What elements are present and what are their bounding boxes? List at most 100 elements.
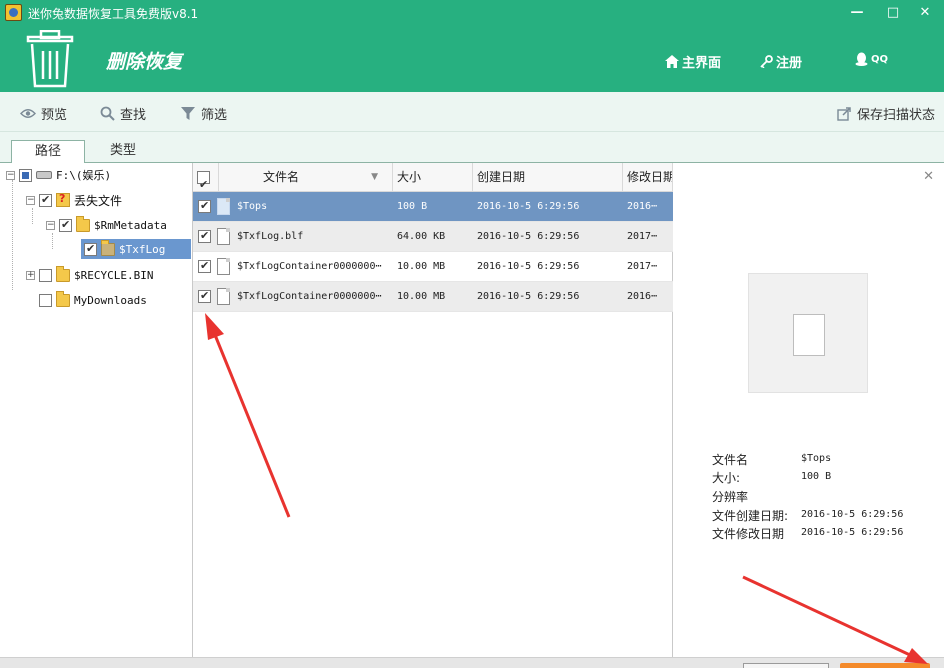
file-name: $Tops (237, 201, 268, 212)
checkbox[interactable] (39, 193, 52, 207)
expand-toggle[interactable]: + (26, 270, 35, 280)
tree-label: MyDownloads (74, 293, 147, 307)
tab-path[interactable]: 路径 (11, 140, 85, 164)
preview-label: 预览 (41, 108, 68, 123)
table-row[interactable]: $TxfLogContainer0000000⋯ 10.00 MB 2016-1… (193, 252, 673, 282)
sort-arrow-icon: ▼ (371, 172, 378, 182)
find-button[interactable]: 查找 (100, 104, 146, 123)
tab-type[interactable]: 类型 (86, 140, 160, 163)
column-name-label: 文件名 (263, 170, 300, 184)
view-tabs: 路径 类型 (0, 132, 944, 164)
checkbox[interactable] (19, 168, 32, 182)
cancel-button[interactable] (743, 663, 829, 668)
nav-register-label: 注册 (776, 56, 803, 71)
close-button[interactable]: ✕ (914, 4, 936, 22)
info-value-created: 2016-10-5 6:29:56 (801, 509, 904, 520)
info-value-modified: 2016-10-5 6:29:56 (801, 527, 904, 538)
nav-qq[interactable]: QQ (855, 52, 888, 66)
window-title: 迷你兔数据恢复工具免费版v8.1 (28, 7, 199, 21)
tree-label: $RECYCLE.BIN (74, 268, 154, 282)
checkbox[interactable] (59, 218, 72, 232)
filter-funnel-icon (181, 107, 195, 120)
filter-label: 筛选 (201, 108, 228, 123)
recover-button[interactable] (840, 663, 930, 668)
tree-label: 丢失文件 (74, 193, 123, 208)
app-logo-icon (5, 4, 22, 21)
column-created[interactable]: 创建日期 (473, 163, 623, 192)
preview-panel: ✕ 文件名 $Tops 大小: 100 B 分辨率 文件创建日期: 2016-1… (674, 163, 944, 657)
file-created: 2016-10-5 6:29:56 (477, 291, 580, 302)
tree-node-lost-files[interactable]: − 丢失文件 (26, 190, 122, 210)
save-scan-button[interactable]: 保存扫描状态 (837, 104, 935, 123)
file-name: $TxfLog.blf (237, 231, 304, 242)
close-preview-icon[interactable]: ✕ (923, 169, 934, 184)
folder-icon (101, 239, 115, 256)
file-size: 100 B (397, 201, 428, 212)
file-created: 2016-10-5 6:29:56 (477, 231, 580, 242)
file-icon (217, 198, 230, 215)
checkbox[interactable] (39, 268, 52, 282)
info-label-size: 大小: (712, 471, 741, 485)
export-icon (837, 106, 851, 121)
file-created: 2016-10-5 6:29:56 (477, 201, 580, 212)
row-checkbox[interactable] (198, 289, 211, 303)
table-row[interactable]: $TxfLog.blf 64.00 KB 2016-10-5 6:29:56 2… (193, 222, 673, 252)
folder-icon (56, 290, 70, 307)
trash-icon (26, 30, 74, 88)
minimize-button[interactable]: — (846, 4, 868, 22)
folder-icon (76, 215, 90, 232)
table-row[interactable]: $Tops 100 B 2016-10-5 6:29:56 2016⋯ (193, 192, 673, 222)
collapse-toggle[interactable]: − (46, 220, 55, 230)
row-checkbox[interactable] (198, 259, 211, 273)
select-all-checkbox[interactable] (197, 170, 210, 192)
file-name: $TxfLogContainer0000000⋯ (237, 261, 382, 272)
info-label-name: 文件名 (712, 453, 749, 467)
file-icon (217, 258, 230, 275)
checkbox[interactable] (39, 293, 52, 307)
column-modified[interactable]: 修改日期 (623, 163, 673, 192)
file-modified: 2016⋯ (627, 291, 658, 302)
tree-label: $TxfLog (119, 242, 166, 256)
table-row[interactable]: $TxfLogContainer0000000⋯ 10.00 MB 2016-1… (193, 282, 673, 312)
column-name[interactable]: 文件名 ▼ (219, 163, 393, 192)
save-scan-label: 保存扫描状态 (857, 108, 936, 123)
preview-button[interactable]: 预览 (20, 104, 67, 123)
tree-node-mydownloads[interactable]: MyDownloads (39, 290, 147, 310)
tree-node-txflog[interactable]: $TxfLog (81, 239, 191, 259)
file-name: $TxfLogContainer0000000⋯ (237, 291, 382, 302)
select-all-header (193, 163, 219, 192)
collapse-toggle[interactable]: − (6, 170, 15, 180)
info-value-size: 100 B (801, 471, 832, 482)
file-modified: 2017⋯ (627, 261, 658, 272)
app-header: 迷你兔数据恢复工具免费版v8.1 — □ ✕ 删除恢复 主界面 注册 QQ (0, 0, 944, 92)
file-size: 10.00 MB (397, 291, 446, 302)
tree-node-rmmetadata[interactable]: − $RmMetadata (46, 215, 167, 235)
checkbox[interactable] (84, 242, 97, 256)
qq-penguin-icon (855, 52, 868, 66)
filter-button[interactable]: 筛选 (180, 104, 227, 123)
tree-label: $RmMetadata (94, 218, 167, 232)
file-size: 10.00 MB (397, 261, 446, 272)
nav-register[interactable]: 注册 (760, 52, 802, 71)
row-checkbox[interactable] (198, 199, 211, 213)
file-icon (217, 288, 230, 305)
column-size[interactable]: 大小 (393, 163, 473, 192)
bottom-bar (0, 657, 944, 668)
row-checkbox[interactable] (198, 229, 211, 243)
file-icon (793, 314, 825, 356)
folder-icon (56, 265, 70, 282)
file-modified: 2017⋯ (627, 231, 658, 242)
toolbar: 预览 查找 筛选 保存扫描状态 (0, 92, 944, 132)
nav-qq-label: QQ (871, 53, 889, 65)
info-label-resolution: 分辨率 (712, 490, 749, 504)
file-size: 64.00 KB (397, 231, 446, 242)
tree-node-drive[interactable]: − F:\(娱乐) (6, 165, 111, 185)
tree-node-recycle-bin[interactable]: + $RECYCLE.BIN (26, 265, 153, 285)
nav-home[interactable]: 主界面 (665, 52, 721, 71)
nav-home-label: 主界面 (682, 56, 722, 71)
preview-thumbnail (748, 273, 868, 393)
maximize-button[interactable]: □ (882, 4, 904, 22)
file-modified: 2016⋯ (627, 201, 658, 212)
directory-tree: − F:\(娱乐) − 丢失文件 − $RmMetadata $TxfLog +… (0, 163, 193, 657)
collapse-toggle[interactable]: − (26, 195, 35, 205)
